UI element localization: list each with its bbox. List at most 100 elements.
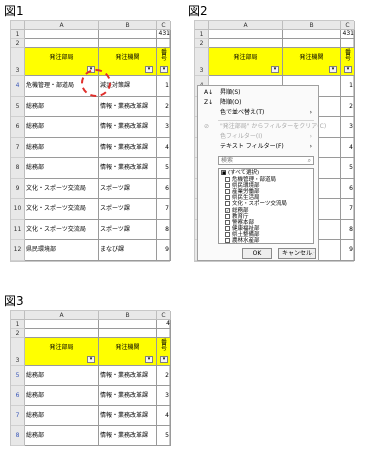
cell-agency[interactable]: 情報・業務改革課	[99, 96, 157, 117]
cell-department[interactable]: 総務部	[25, 137, 99, 158]
unchecked-checkbox[interactable]	[225, 219, 230, 225]
cell-number[interactable]: 3	[157, 117, 171, 138]
filter-dropdown-button[interactable]: ▾	[329, 66, 337, 73]
menu-sort-by-color[interactable]: 色で並べ替え(T) ›	[198, 108, 318, 118]
cell-b2[interactable]	[99, 39, 157, 48]
column-c-header[interactable]: C	[157, 311, 171, 320]
cell-department[interactable]: 総務部	[25, 386, 99, 406]
cell-number[interactable]: 7	[341, 199, 355, 220]
cell-number[interactable]: 8	[341, 219, 355, 240]
cell-a2[interactable]	[25, 329, 99, 338]
filter-search-input[interactable]: 検索 ⌕	[218, 156, 314, 165]
cell-number[interactable]: 5	[341, 158, 355, 179]
cell-department[interactable]: 総務部	[25, 426, 99, 446]
ok-button[interactable]: OK	[242, 248, 272, 259]
row-header[interactable]: 6	[11, 117, 25, 138]
cell-number[interactable]: 3	[157, 386, 171, 406]
cell-agency[interactable]: 情報・業務改革課	[99, 366, 157, 386]
column-a-header[interactable]: A	[209, 21, 283, 30]
cell-agency[interactable]: 情報・業務改革課	[99, 426, 157, 446]
cell-b1[interactable]	[99, 30, 157, 39]
unchecked-checkbox[interactable]	[225, 177, 230, 182]
cell-b1[interactable]	[283, 30, 341, 39]
checked-checkbox[interactable]: ✓	[225, 207, 230, 213]
row-header-1[interactable]: 1	[11, 30, 25, 39]
cell-number[interactable]: 9	[341, 240, 355, 261]
row-header-3[interactable]: 3	[11, 48, 25, 76]
cell-number[interactable]: 6	[341, 178, 355, 199]
header-cell-agency[interactable]: 発注機関 ▾	[99, 48, 157, 76]
filter-active-button[interactable]: ▾	[87, 356, 95, 363]
row-header-2[interactable]: 2	[195, 39, 209, 48]
header-cell-number[interactable]: 番号 ▾	[157, 338, 171, 366]
row-header-3[interactable]: 3	[195, 48, 209, 76]
cell-c2[interactable]	[157, 39, 171, 48]
cell-b2[interactable]	[99, 329, 157, 338]
header-cell-agency[interactable]: 発注機関 ▾	[283, 48, 341, 76]
header-cell-number[interactable]: 番号 ▾	[157, 48, 171, 76]
cell-department[interactable]: 総務部	[25, 406, 99, 426]
menu-clear-filter[interactable]: ⊘ "発注部局" からフィルターをクリア(C)	[198, 122, 326, 132]
cell-number[interactable]: 3	[341, 117, 355, 138]
cell-number[interactable]: 4	[341, 137, 355, 158]
cell-number[interactable]: 1	[157, 76, 171, 97]
row-header[interactable]: 10	[11, 199, 25, 220]
corner-cell[interactable]	[195, 21, 209, 30]
filter-dropdown-button[interactable]: ▾	[160, 66, 168, 73]
cell-a1[interactable]	[25, 320, 99, 329]
row-header[interactable]: 4	[11, 76, 25, 97]
cell-agency[interactable]: 情報・業務改革課	[99, 386, 157, 406]
cell-agency[interactable]: 情報・業務改革課	[99, 158, 157, 179]
row-header-1[interactable]: 1	[195, 30, 209, 39]
filter-dropdown-button[interactable]: ▾	[344, 66, 352, 73]
row-header[interactable]: 11	[11, 219, 25, 240]
filter-dropdown-button[interactable]: ▾	[271, 66, 279, 73]
cell-c1[interactable]: 431	[157, 30, 171, 39]
column-b-header[interactable]: B	[283, 21, 341, 30]
cell-department[interactable]: 県民環境部	[25, 240, 99, 261]
row-header-1[interactable]: 1	[11, 320, 25, 329]
filter-dropdown-button[interactable]: ▾	[145, 356, 153, 363]
cell-number[interactable]: 7	[157, 199, 171, 220]
cell-agency[interactable]: 情報・業務改革課	[99, 137, 157, 158]
header-cell-agency[interactable]: 発注機関 ▾	[99, 338, 157, 366]
cell-b1[interactable]	[99, 320, 157, 329]
cell-agency[interactable]: スポーツ課	[99, 219, 157, 240]
cell-number[interactable]: 2	[157, 96, 171, 117]
column-b-header[interactable]: B	[99, 311, 157, 320]
row-header[interactable]: 7	[11, 406, 25, 426]
cell-agency[interactable]: 情報・業務改革課	[99, 117, 157, 138]
unchecked-checkbox[interactable]	[225, 225, 230, 231]
unchecked-checkbox[interactable]	[225, 195, 230, 201]
row-header-2[interactable]: 2	[11, 329, 25, 338]
cell-number[interactable]: 4	[157, 406, 171, 426]
filter-list-item[interactable]: 農林水産部	[225, 238, 260, 245]
select-all-item[interactable]: ■ (すべて選択)	[221, 170, 259, 177]
menu-color-filter[interactable]: 色フィルター(I) ›	[198, 132, 318, 142]
row-header[interactable]: 6	[11, 386, 25, 406]
row-header[interactable]: 7	[11, 137, 25, 158]
filter-dropdown-button[interactable]: ▾	[145, 66, 153, 73]
cell-department[interactable]: 文化・スポーツ交流局	[25, 178, 99, 199]
corner-cell[interactable]	[11, 21, 25, 30]
unchecked-checkbox[interactable]	[225, 189, 230, 195]
cell-number[interactable]: 9	[157, 240, 171, 261]
corner-cell[interactable]	[11, 311, 25, 320]
unchecked-checkbox[interactable]	[225, 238, 230, 243]
column-c-header[interactable]: C	[157, 21, 171, 30]
cell-number[interactable]: 2	[157, 366, 171, 386]
cell-number[interactable]: 4	[157, 137, 171, 158]
filter-dropdown-button[interactable]: ▾	[160, 356, 168, 363]
row-header[interactable]: 8	[11, 158, 25, 179]
menu-sort-descending[interactable]: Z↓ 降順(O)	[198, 98, 318, 108]
cell-a2[interactable]	[25, 39, 99, 48]
header-cell-number[interactable]: 番号 ▾	[341, 48, 355, 76]
menu-sort-ascending[interactable]: A↓ 昇順(S)	[198, 88, 318, 98]
unchecked-checkbox[interactable]	[225, 231, 230, 237]
column-a-header[interactable]: A	[25, 311, 99, 320]
cell-number[interactable]: 2	[341, 96, 355, 117]
cell-number[interactable]: 6	[157, 178, 171, 199]
cell-department[interactable]: 総務部	[25, 366, 99, 386]
cell-department[interactable]: 総務部	[25, 158, 99, 179]
resize-grip-icon[interactable]: ⋰	[310, 252, 316, 258]
